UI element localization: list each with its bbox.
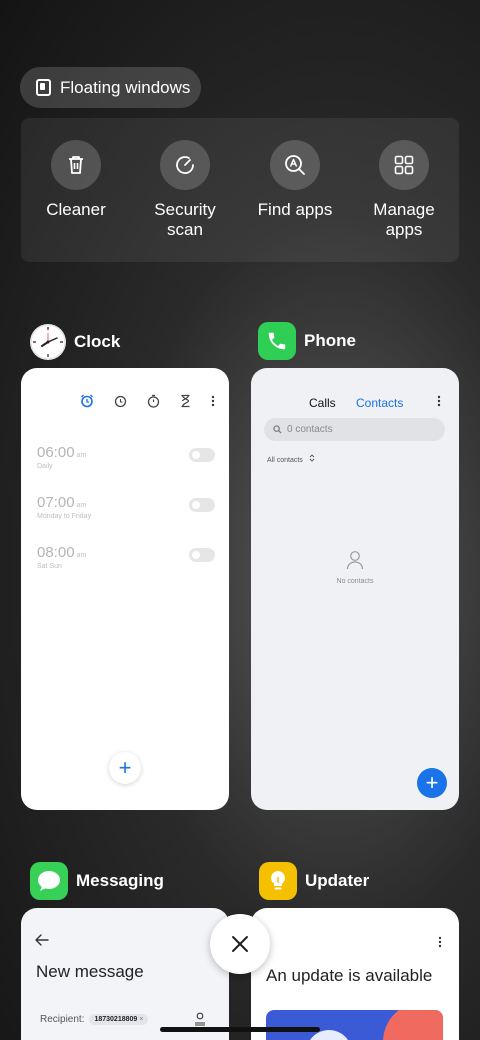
alarm-item[interactable]: 07:00 am Monday to Friday: [37, 494, 215, 520]
recipient-chip[interactable]: 18730218809 ×: [89, 1014, 149, 1025]
alarm-ampm: am: [76, 502, 87, 509]
more-options-icon[interactable]: [438, 936, 442, 948]
messaging-app-header[interactable]: Messaging: [30, 862, 164, 900]
contact-picker-icon[interactable]: [194, 1012, 206, 1026]
alarm-tab-icon[interactable]: [80, 394, 94, 408]
phone-app-name: Phone: [304, 331, 356, 350]
clock-app-icon: [30, 324, 66, 360]
alarm-item[interactable]: 06:00 am Daily: [37, 444, 215, 470]
timer-tab-icon[interactable]: [180, 394, 191, 408]
alarm-ampm: am: [76, 552, 87, 559]
security-scan-label: Security scan: [154, 200, 216, 239]
security-scan-button[interactable]: Security scan: [130, 140, 240, 240]
messaging-app-name: Messaging: [76, 871, 164, 890]
person-icon: [346, 551, 364, 570]
chip-remove-icon[interactable]: ×: [139, 1016, 143, 1023]
search-icon: [273, 425, 282, 434]
tab-calls[interactable]: Calls: [309, 396, 336, 410]
chevron-updown-icon: [309, 454, 315, 462]
manage-apps-button[interactable]: Manage apps: [349, 140, 459, 240]
alarm-toggle[interactable]: [189, 548, 215, 562]
contacts-filter-dropdown[interactable]: All contacts: [267, 454, 315, 464]
home-indicator[interactable]: [160, 1027, 320, 1032]
contacts-search-input[interactable]: 0 contacts: [264, 418, 445, 441]
alarm-toggle[interactable]: [189, 498, 215, 512]
alarm-repeat: Daily: [37, 463, 53, 470]
floating-windows-button[interactable]: Floating windows: [20, 67, 201, 108]
updater-app-header[interactable]: Updater: [259, 862, 369, 900]
search-placeholder: 0 contacts: [287, 424, 333, 435]
grid-icon: [379, 140, 429, 190]
clock-tabs: [80, 394, 215, 408]
tab-contacts[interactable]: Contacts: [356, 396, 403, 410]
updater-app-name: Updater: [305, 871, 370, 890]
more-options-icon[interactable]: [437, 395, 441, 407]
clear-all-button[interactable]: [210, 914, 270, 974]
security-scan-icon: [160, 140, 210, 190]
clock-app-name: Clock: [74, 332, 121, 351]
alarm-toggle[interactable]: [189, 448, 215, 462]
find-apps-icon: [270, 140, 320, 190]
clock-app-card[interactable]: 06:00 am Daily 07:00 am Monday to Friday 0…: [21, 368, 229, 810]
recipient-number: 18730218809: [94, 1016, 138, 1023]
updater-app-card[interactable]: An update is available: [251, 908, 459, 1040]
more-options-icon[interactable]: [211, 395, 215, 407]
alarm-item[interactable]: 08:00 am Sat Sun: [37, 544, 215, 570]
trash-icon: [51, 140, 101, 190]
update-banner-image: [266, 1010, 443, 1040]
recipient-field[interactable]: Recipient: 18730218809 ×: [40, 1014, 149, 1025]
back-arrow-icon[interactable]: [35, 934, 49, 946]
empty-state-text: No contacts: [336, 578, 374, 585]
phone-app-header[interactable]: Phone: [258, 322, 356, 360]
quick-tools-panel: Cleaner Security scan Find apps Manage app…: [21, 118, 459, 262]
add-alarm-button[interactable]: +: [109, 752, 141, 784]
messaging-app-icon: [30, 862, 68, 900]
world-clock-tab-icon[interactable]: [114, 395, 127, 408]
find-apps-label: Find apps: [257, 200, 333, 219]
alarm-time: 06:00: [37, 444, 75, 461]
messaging-app-card[interactable]: New message Recipient: 18730218809 ×: [21, 908, 229, 1040]
alarm-ampm: am: [76, 452, 87, 459]
empty-state: No contacts: [251, 550, 459, 585]
contacts-filter-label: All contacts: [267, 457, 303, 464]
cleaner-label: Cleaner: [46, 200, 106, 219]
clock-app-header[interactable]: Clock: [30, 324, 120, 360]
find-apps-button[interactable]: Find apps: [240, 140, 350, 220]
floating-window-icon: [36, 79, 51, 96]
alarm-repeat: Monday to Friday: [37, 513, 92, 520]
updater-app-icon: [259, 862, 297, 900]
add-contact-button[interactable]: +: [417, 768, 447, 798]
manage-apps-label: Manage apps: [373, 200, 435, 239]
cleaner-button[interactable]: Cleaner: [21, 140, 131, 220]
new-message-title: New message: [36, 962, 144, 981]
alarm-time: 08:00: [37, 544, 75, 561]
phone-app-icon: [258, 322, 296, 360]
stopwatch-tab-icon[interactable]: [147, 394, 160, 408]
update-available-title: An update is available: [266, 966, 433, 985]
phone-app-card[interactable]: Calls Contacts 0 contacts All contacts N…: [251, 368, 459, 810]
floating-windows-label: Floating windows: [60, 77, 191, 97]
alarm-time: 07:00: [37, 494, 75, 511]
alarm-repeat: Sat Sun: [37, 563, 62, 570]
close-icon: [232, 936, 248, 952]
recipient-label: Recipient:: [40, 1014, 85, 1025]
